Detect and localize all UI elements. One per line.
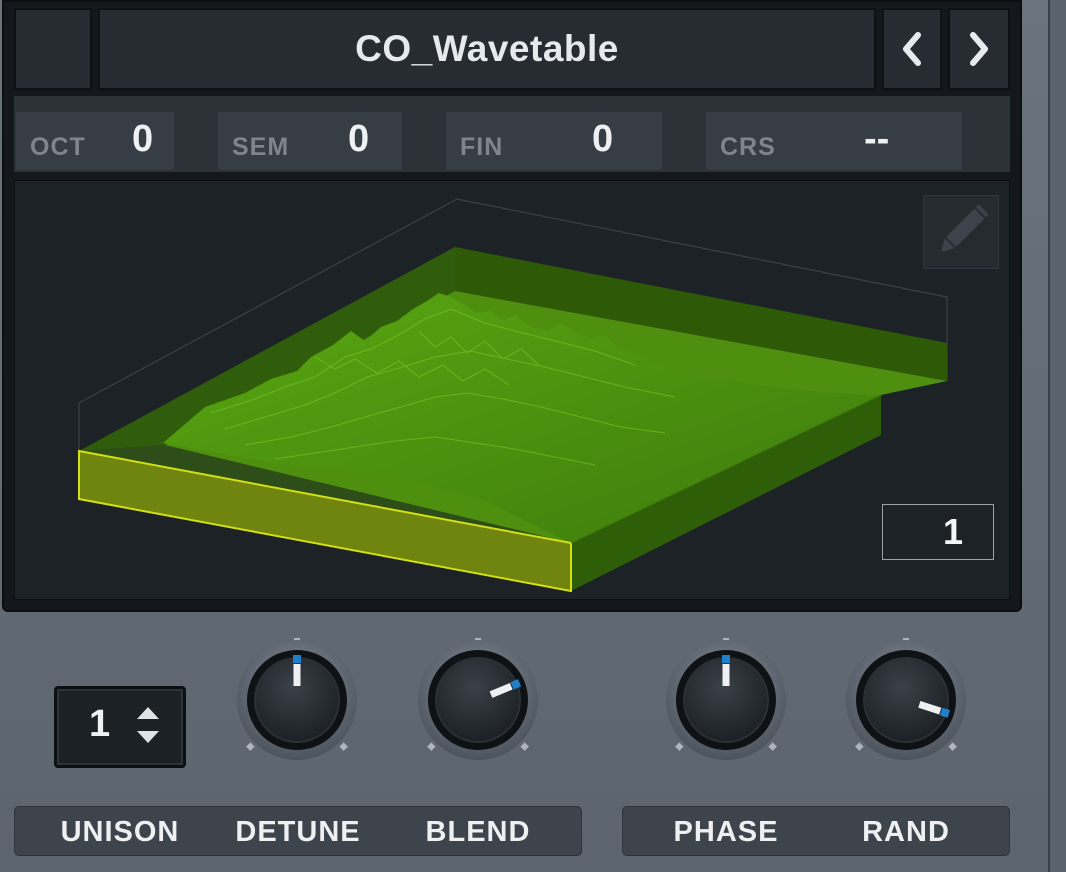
knob-tick xyxy=(675,742,684,751)
oct-label: OCT xyxy=(30,133,86,161)
knob-row xyxy=(237,638,966,760)
oct-field[interactable]: OCT 0 xyxy=(16,112,174,170)
sem-field[interactable]: SEM 0 xyxy=(218,112,402,170)
wavetable-view[interactable]: 1 xyxy=(14,180,1010,600)
knob-tick xyxy=(768,742,777,751)
fin-value: 0 xyxy=(592,118,614,160)
knob-tick xyxy=(246,742,255,751)
knob-tick xyxy=(855,742,864,751)
chevron-left-icon xyxy=(903,32,921,66)
crs-field[interactable]: CRS -- xyxy=(706,112,962,170)
detune-knob[interactable] xyxy=(237,638,357,760)
knob-tick xyxy=(339,742,348,751)
previous-preset-button[interactable] xyxy=(882,8,942,90)
knob-face xyxy=(435,657,521,743)
chevron-right-icon xyxy=(970,32,988,66)
blend-knob[interactable] xyxy=(418,638,538,760)
pencil-icon xyxy=(941,204,989,252)
detune-label: DETUNE xyxy=(235,816,361,848)
preset-name-display[interactable]: CO_Wavetable xyxy=(98,8,876,90)
oct-value: 0 xyxy=(132,118,154,160)
rand-label: RAND xyxy=(862,816,950,848)
knob-face xyxy=(863,657,949,743)
fin-label: FIN xyxy=(460,133,504,161)
frame-number-display[interactable]: 1 xyxy=(882,504,994,560)
edit-wavetable-button[interactable] xyxy=(923,195,999,269)
rand-knob[interactable] xyxy=(846,638,966,760)
wavetable-3d-terrain xyxy=(78,198,948,593)
oscillator-slot-box[interactable] xyxy=(14,8,92,90)
crs-value: -- xyxy=(864,118,890,160)
crs-label: CRS xyxy=(720,133,776,161)
knob-tick xyxy=(427,742,436,751)
next-preset-button[interactable] xyxy=(948,8,1010,90)
knob-indicator xyxy=(722,655,730,663)
preset-name: CO_Wavetable xyxy=(355,28,619,69)
blend-label: BLEND xyxy=(425,816,531,848)
fin-field[interactable]: FIN 0 xyxy=(446,112,662,170)
knob-indicator xyxy=(293,655,301,663)
phase-knob[interactable] xyxy=(666,638,786,760)
sem-label: SEM xyxy=(232,133,290,161)
knob-tick xyxy=(520,742,529,751)
sem-value: 0 xyxy=(348,118,370,160)
phase-label: PHASE xyxy=(673,816,779,848)
unison-label: UNISON xyxy=(60,816,180,848)
knob-tick xyxy=(948,742,957,751)
